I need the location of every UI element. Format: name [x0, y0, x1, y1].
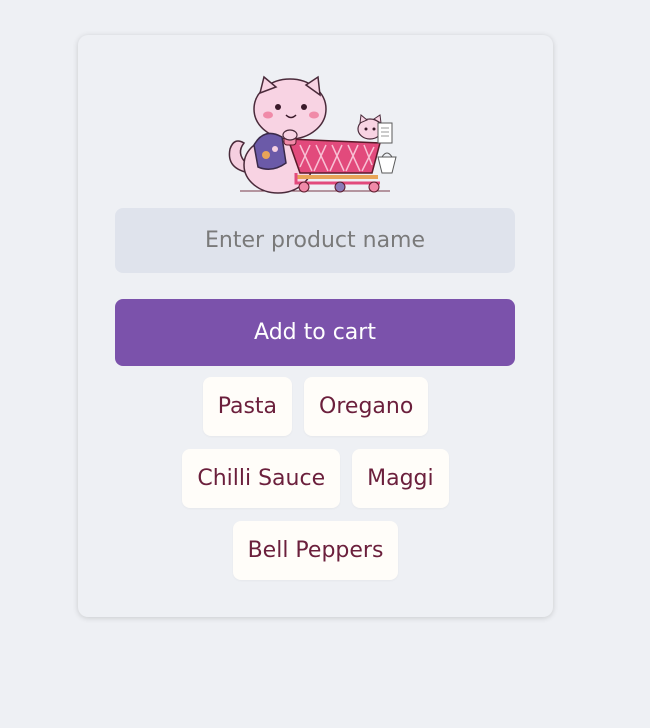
cat-shopping-cart-icon — [228, 75, 397, 194]
app-card: Add to cart Pasta Oregano Chilli Sauce M… — [78, 35, 553, 617]
cart-item-list: Pasta Oregano Chilli Sauce Maggi Bell Pe… — [78, 377, 553, 593]
add-to-cart-button[interactable]: Add to cart — [115, 299, 515, 366]
cart-item-row: Chilli Sauce Maggi — [78, 449, 553, 508]
cart-item-row: Bell Peppers — [78, 521, 553, 580]
cart-item-chilli-sauce[interactable]: Chilli Sauce — [182, 449, 341, 508]
cart-item-row: Pasta Oregano — [78, 377, 553, 436]
cart-item-pasta[interactable]: Pasta — [202, 377, 293, 436]
cart-item-oregano[interactable]: Oregano — [304, 377, 429, 436]
cart-item-maggi[interactable]: Maggi — [352, 449, 449, 508]
cart-item-bell-peppers[interactable]: Bell Peppers — [232, 521, 399, 580]
product-name-input[interactable] — [115, 208, 515, 273]
